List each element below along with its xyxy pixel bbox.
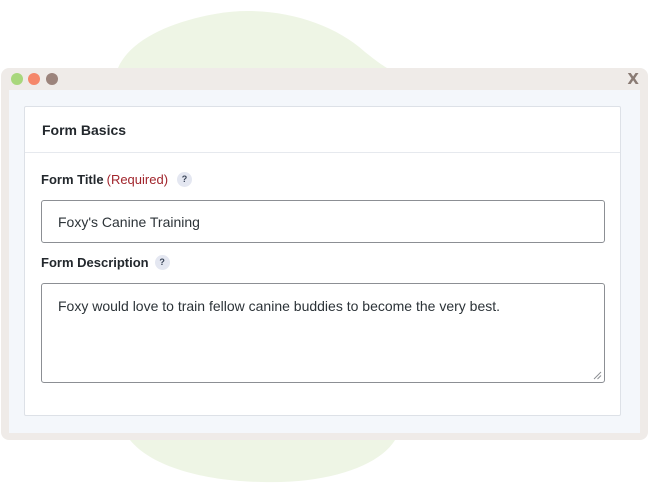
form-description-textarea[interactable]: Foxy would love to train fellow canine b… [41,283,605,383]
form-title-label: Form Title (Required) ? [41,172,193,187]
form-description-label: Form Description ? [41,255,170,270]
form-title-help-icon[interactable]: ? [177,172,193,187]
form-title-input[interactable]: Foxy's Canine Training [41,200,605,243]
window-dot-orange [28,73,40,85]
card-title: Form Basics [25,107,620,153]
resize-handle-icon[interactable] [593,371,602,380]
form-title-value: Foxy's Canine Training [58,213,200,230]
stage: X Form Basics Form Title (Required) ? Fo… [0,0,649,486]
required-indicator: (Required) [106,172,169,187]
form-title-label-text: Form Title [41,172,104,187]
window-dot-gray [46,73,58,85]
window-dot-green [11,73,23,85]
browser-window: X Form Basics Form Title (Required) ? Fo… [1,68,648,440]
close-icon[interactable]: X [627,70,639,88]
form-description-value: Foxy would love to train fellow canine b… [58,298,501,314]
window-titlebar: X [1,68,648,90]
form-description-label-text: Form Description [41,255,149,270]
form-description-help-icon[interactable]: ? [154,255,170,270]
form-basics-card: Form Basics Form Title (Required) ? Foxy… [24,106,621,416]
window-content: Form Basics Form Title (Required) ? Foxy… [9,90,640,433]
